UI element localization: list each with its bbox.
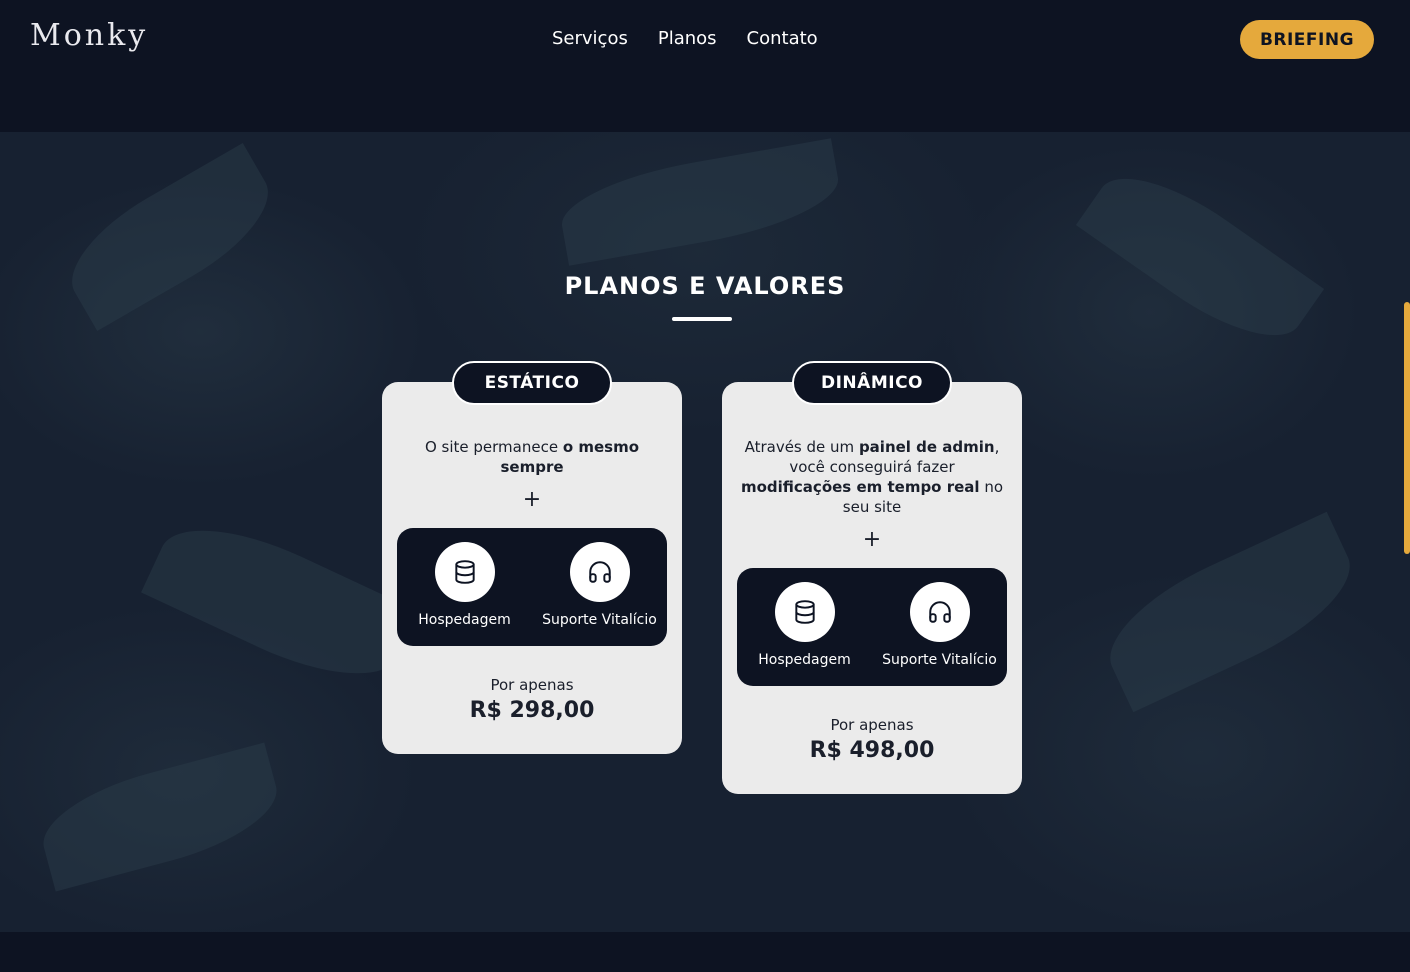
feature-hospedagem: Hospedagem — [745, 582, 865, 686]
feature-label: Hospedagem — [418, 612, 511, 628]
plan-card-estatico: ESTÁTICO O site permanece o mesmo sempre… — [382, 361, 682, 754]
leaf-decoration — [141, 501, 419, 703]
title-underline — [672, 317, 732, 321]
price-value: R$ 498,00 — [809, 738, 935, 763]
nav-link-contato[interactable]: Contato — [747, 28, 818, 49]
headphones-icon — [569, 542, 630, 602]
scrollbar-thumb[interactable] — [1404, 302, 1410, 554]
plan-name-badge: ESTÁTICO — [452, 361, 612, 405]
feature-label: Hospedagem — [758, 652, 851, 668]
price-label: Por apenas — [490, 676, 574, 694]
plus-sign: + — [522, 487, 542, 512]
feature-hospedagem: Hospedagem — [405, 542, 525, 646]
features-box: Hospedagem Suporte Vitalício — [737, 568, 1007, 686]
leaf-decoration — [32, 742, 288, 892]
price-value: R$ 298,00 — [469, 698, 595, 723]
top-header: Monky Serviços Planos Contato BRIEFING — [0, 0, 1410, 80]
leaf-decoration — [1075, 151, 1325, 363]
database-icon — [434, 542, 495, 602]
feature-label: Suporte Vitalício — [542, 612, 657, 628]
plus-sign: + — [862, 527, 882, 552]
plan-name-badge: DINÂMICO — [792, 361, 952, 405]
leaf-decoration — [555, 138, 845, 266]
plans-section — [0, 132, 1410, 932]
feature-label: Suporte Vitalício — [882, 652, 997, 668]
nav-link-planos[interactable]: Planos — [658, 28, 717, 49]
briefing-button[interactable]: BRIEFING — [1240, 20, 1374, 59]
price-label: Por apenas — [830, 716, 914, 734]
plan-description: O site permanece o mesmo sempre — [424, 438, 640, 476]
plan-card-dinamico: DINÂMICO Através de um painel de admin, … — [722, 361, 1022, 794]
features-box: Hospedagem Suporte Vitalício — [397, 528, 667, 646]
headphones-icon — [909, 582, 970, 642]
main-nav: Serviços Planos Contato — [552, 28, 818, 49]
leaf-decoration — [1091, 511, 1369, 713]
plan-description: Através de um painel de admin, você cons… — [740, 438, 1004, 516]
logo[interactable]: Monky — [30, 18, 148, 53]
nav-link-servicos[interactable]: Serviços — [552, 28, 628, 49]
feature-suporte: Suporte Vitalício — [880, 582, 1000, 686]
feature-suporte: Suporte Vitalício — [540, 542, 660, 646]
leaf-decoration — [52, 143, 288, 331]
database-icon — [774, 582, 835, 642]
section-title: PLANOS E VALORES — [564, 272, 846, 300]
